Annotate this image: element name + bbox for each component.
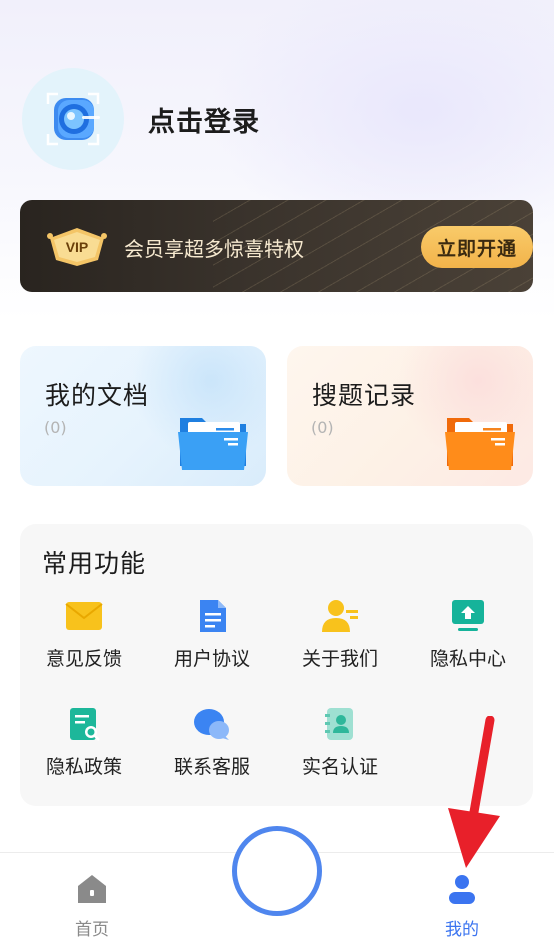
orange-folder-icon [445,418,515,470]
search-history-card[interactable]: 搜题记录 (0) [287,346,533,486]
feature-privacy-center[interactable]: 隐私中心 [404,596,532,686]
nav-item-profile[interactable]: 我的 [422,871,502,941]
card-title: 搜题记录 [312,381,417,410]
envelope-icon [64,596,104,636]
contact-book-icon [320,704,360,744]
card-count: (0) [311,418,334,437]
person-card-icon [320,596,360,636]
features-title: 常用功能 [42,549,147,578]
camera-lens-icon [46,92,100,146]
card-count: (0) [44,418,67,437]
feature-about-us[interactable]: 关于我们 [276,596,404,686]
feature-contact-support[interactable]: 联系客服 [148,704,276,794]
user-icon [449,875,475,904]
feature-privacy-policy[interactable]: 隐私政策 [20,704,148,794]
feature-label: 关于我们 [301,648,378,670]
center-action-button[interactable] [232,826,322,916]
avatar[interactable] [22,68,124,170]
feature-label: 隐私中心 [429,648,506,670]
vip-badge-text: VIP [66,239,89,255]
feature-label: 实名认证 [301,756,378,778]
monitor-upload-icon [448,596,488,636]
document-icon [192,596,232,636]
open-vip-button[interactable]: 立即开通 [421,226,533,268]
feature-user-agreement[interactable]: 用户协议 [148,596,276,686]
feature-label: 意见反馈 [45,648,122,670]
feature-label: 联系客服 [173,756,250,778]
nav-label-profile: 我的 [445,920,479,940]
vip-badge-icon: VIP [47,228,107,266]
document-search-icon [64,704,104,744]
nav-label-home: 首页 [75,920,109,940]
vip-promo-text: 会员享超多惊喜特权 [124,237,304,261]
feature-label: 用户协议 [173,648,250,670]
feature-feedback[interactable]: 意见反馈 [20,596,148,686]
red-arrow-annotation [448,716,500,868]
card-title: 我的文档 [45,381,150,410]
home-icon [78,875,106,903]
vip-banner[interactable]: VIP 会员享超多惊喜特权 立即开通 [20,200,533,292]
nav-item-home[interactable]: 首页 [52,871,132,941]
login-label[interactable]: 点击登录 [148,100,260,139]
blue-folder-icon [178,418,248,470]
feature-real-name-verification[interactable]: 实名认证 [276,704,404,794]
chat-bubbles-icon [192,704,232,744]
my-documents-card[interactable]: 我的文档 (0) [20,346,266,486]
feature-label: 隐私政策 [45,756,122,778]
